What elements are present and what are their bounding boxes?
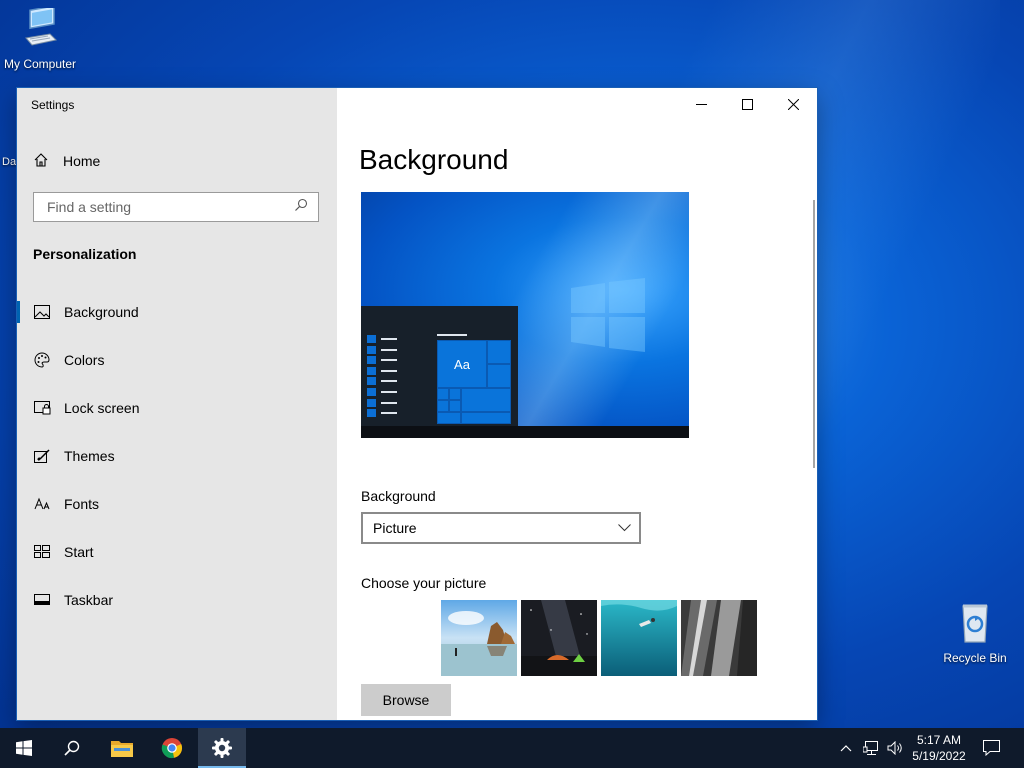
nav-item-label: Lock screen [64,400,140,416]
nav-item-background[interactable]: Background [17,288,337,336]
windows-logo-icon [571,278,645,352]
rock-cliff-thumbnail[interactable] [681,600,757,676]
settings-taskbar-button[interactable] [198,728,246,768]
settings-icon [212,738,232,758]
home-icon [33,152,49,171]
settings-window: Settings Home Personalization Background [17,88,817,720]
taskbar-search-button[interactable] [48,728,96,768]
night-sky-tent-thumbnail[interactable] [521,600,597,676]
chevron-up-icon [840,745,852,752]
volume-button[interactable] [884,728,906,768]
show-hidden-icons-button[interactable] [836,728,856,768]
nav-item-fonts[interactable]: Fonts [17,480,337,528]
clock-time: 5:17 AM [916,733,962,747]
settings-content: Background Aa Background Picture Choose … [337,88,817,720]
windows-start-icon [16,740,32,756]
nav-item-label: Start [64,544,94,560]
nav-item-colors[interactable]: Colors [17,336,337,384]
minimize-icon [695,103,707,105]
start-icon [33,543,51,561]
desktop-icon-label: Recycle Bin [943,651,1007,665]
background-type-dropdown[interactable]: Picture [361,512,641,544]
chrome-icon [161,738,183,759]
network-button[interactable] [860,728,882,768]
nav-item-label: Taskbar [64,592,114,608]
preview-app-list [367,334,397,419]
desktop-icon-partial-label: Da [2,156,17,168]
nav-item-themes[interactable]: Themes [17,432,337,480]
settings-sidebar: Settings Home Personalization Background [17,88,337,720]
recycle-bin-icon [962,604,988,643]
close-icon [787,98,799,110]
underwater-diver-thumbnail[interactable] [601,600,677,676]
desktop-icon-my-computer[interactable]: My Computer [0,5,80,71]
close-button[interactable] [770,88,816,120]
taskbar: 5:17 AM 5/19/2022 [0,728,1024,768]
choose-picture-label: Choose your picture [361,575,487,591]
section-title: Personalization [33,246,137,262]
search-box[interactable] [33,192,319,222]
preview-tiles: Aa [437,340,511,424]
taskbar-clock[interactable]: 5:17 AM 5/19/2022 [906,732,972,764]
background-preview: Aa [361,192,689,438]
volume-icon [887,741,902,755]
dropdown-value: Picture [373,520,417,536]
action-center-icon [982,740,1000,756]
browse-button[interactable]: Browse [361,684,451,716]
background-type-label: Background [361,488,436,504]
nav-home[interactable]: Home [33,150,100,172]
preview-start-menu: Aa [361,306,518,426]
nav-item-label: Themes [64,448,115,464]
nav-item-label: Colors [64,352,105,368]
nav-item-label: Fonts [64,496,100,512]
nav-item-start[interactable]: Start [17,528,337,576]
file-explorer-icon [111,741,133,757]
computer-icon [25,5,58,46]
minimize-button[interactable] [678,88,724,120]
network-icon [862,740,878,755]
lock-screen-icon [33,399,51,417]
nav-item-label: Background [64,304,139,320]
search-icon [64,740,80,756]
preview-taskbar [361,426,689,438]
action-center-button[interactable] [978,728,1004,768]
maximize-button[interactable] [724,88,770,120]
desktop-icon-label: My Computer [3,57,77,71]
start-button[interactable] [0,728,48,768]
beach-rocks-thumbnail[interactable] [441,600,517,676]
maximize-icon [741,98,753,110]
page-title: Background [359,144,509,175]
chrome-button[interactable] [148,728,196,768]
preview-tiles-header [437,334,467,336]
font-icon [33,495,51,513]
preview-sample-text: Aa [437,340,487,388]
nav-item-lock-screen[interactable]: Lock screen [17,384,337,432]
content-scrollbar[interactable] [813,200,815,468]
taskbar-icon [33,591,51,609]
picture-icon [33,303,51,321]
chevron-down-icon [618,524,631,532]
file-explorer-button[interactable] [98,728,146,768]
desktop-icon-recycle-bin[interactable]: Recycle Bin [935,602,1015,665]
window-title: Settings [31,98,75,112]
brush-icon [33,447,51,465]
nav-home-label: Home [63,153,101,169]
clock-date: 5/19/2022 [912,749,966,763]
search-input[interactable] [45,198,289,216]
nav-item-taskbar[interactable]: Taskbar [17,576,337,624]
palette-icon [33,351,51,369]
search-icon [294,198,308,217]
nav-list: Background Colors Lock screen Themes Fon… [17,288,337,624]
